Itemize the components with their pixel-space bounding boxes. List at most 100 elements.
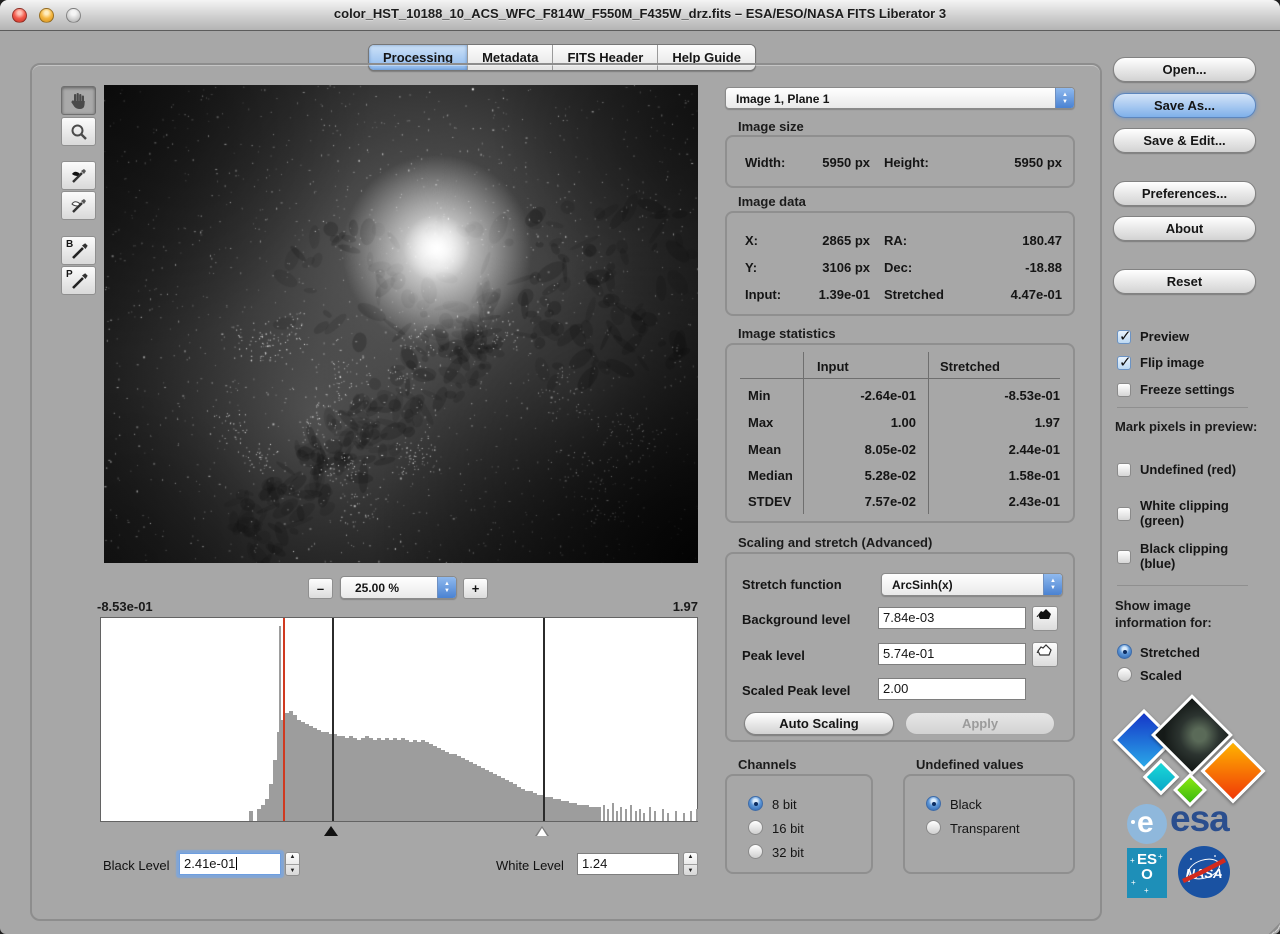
white-level-picker-tool-button[interactable]: P (61, 266, 96, 295)
y-value: 3106 px (770, 260, 870, 275)
stretch-function-popup[interactable]: ArcSinh(x) ▲▼ (881, 573, 1063, 596)
stat-median-stretched: 1.58e-01 (940, 468, 1060, 483)
separator (1117, 585, 1248, 586)
open-button[interactable]: Open... (1113, 57, 1256, 82)
image-data-title: Image data (738, 194, 806, 209)
radio-8bit[interactable] (748, 796, 763, 811)
black-clipping-label: Black clipping(blue) (1140, 541, 1228, 571)
freeze-settings-label: Freeze settings (1140, 382, 1235, 397)
scaled-peak-level-label: Scaled Peak level (742, 683, 850, 698)
stat-mean-input: 8.05e-02 (800, 442, 916, 457)
image-statistics-title: Image statistics (738, 326, 836, 341)
black-level-stepper[interactable] (285, 852, 300, 876)
white-level-marker[interactable] (543, 618, 545, 821)
stat-max-stretched: 1.97 (940, 415, 1060, 430)
background-picker-button[interactable] (1032, 606, 1058, 631)
peak-picker-tool-button[interactable] (61, 191, 96, 220)
black-level-label: Black Level (103, 858, 169, 873)
undefined-red-checkbox[interactable] (1117, 463, 1131, 477)
reset-button[interactable]: Reset (1113, 269, 1256, 294)
x-label: X: (745, 233, 758, 248)
scaled-peak-level-input[interactable]: 2.00 (878, 678, 1026, 700)
radio-transparent[interactable] (926, 820, 941, 835)
black-clipping-checkbox[interactable] (1117, 550, 1131, 564)
apply-button[interactable]: Apply (905, 712, 1055, 735)
app-window: color_HST_10188_10_ACS_WFC_F814W_F550M_F… (0, 0, 1280, 934)
ra-value: 180.47 (950, 233, 1062, 248)
freeze-settings-checkbox[interactable] (1117, 383, 1131, 397)
preview-checkbox[interactable] (1117, 330, 1131, 344)
scaling-title: Scaling and stretch (Advanced) (738, 535, 932, 550)
width-value: 5950 px (770, 155, 870, 170)
flip-image-checkbox[interactable] (1117, 356, 1131, 370)
peak-eyedropper-icon (69, 196, 89, 216)
black-level-input[interactable]: 2.41e-01 (179, 853, 281, 875)
image-size-title: Image size (738, 119, 804, 134)
stat-min-label: Min (748, 388, 770, 403)
background-level-marker[interactable] (283, 618, 285, 821)
white-level-input[interactable]: 1.24 (577, 853, 679, 875)
undefined-values-title: Undefined values (916, 757, 1024, 772)
background-level-input[interactable]: 7.84e-03 (878, 607, 1026, 629)
stat-stdev-input: 7.57e-02 (800, 494, 916, 509)
radio-scaled-label: Scaled (1140, 668, 1182, 683)
black-level-marker[interactable] (332, 618, 334, 821)
radio-stretched[interactable] (1117, 644, 1132, 659)
title-bar[interactable]: color_HST_10188_10_ACS_WFC_F814W_F550M_F… (0, 0, 1280, 31)
hand-icon (70, 92, 88, 110)
stat-min-stretched: -8.53e-01 (940, 388, 1060, 403)
zoom-level-popup[interactable]: 25.00 % ▲▼ (340, 576, 457, 599)
radio-16bit[interactable] (748, 820, 763, 835)
radio-scaled[interactable] (1117, 667, 1132, 682)
radio-32bit[interactable] (748, 844, 763, 859)
black-level-picker-tool-button[interactable]: B (61, 236, 96, 265)
auto-scaling-button[interactable]: Auto Scaling (744, 712, 894, 735)
radio-black[interactable] (926, 796, 941, 811)
image-preview[interactable] (104, 85, 698, 563)
flip-image-label: Flip image (1140, 355, 1204, 370)
magnifier-icon (70, 123, 88, 141)
stats-header-rule (740, 378, 1060, 379)
x-value: 2865 px (770, 233, 870, 248)
white-clipping-label: White clipping(green) (1140, 498, 1229, 528)
zoom-tool-button[interactable] (61, 117, 96, 146)
white-level-label: White Level (496, 858, 564, 873)
stat-max-input: 1.00 (800, 415, 916, 430)
white-level-stepper[interactable] (683, 852, 698, 876)
stats-header-stretched: Stretched (940, 359, 1000, 374)
stat-stdev-label: STDEV (748, 494, 791, 509)
save-as-button[interactable]: Save As... (1113, 93, 1256, 118)
radio-32bit-label: 32 bit (772, 845, 804, 860)
radio-stretched-label: Stretched (1140, 645, 1200, 660)
stats-divider-2 (928, 352, 929, 514)
radio-8bit-label: 8 bit (772, 797, 797, 812)
height-label: Height: (884, 155, 929, 170)
histogram[interactable] (100, 617, 698, 822)
white-clipping-checkbox[interactable] (1117, 507, 1131, 521)
peak-picker-button[interactable] (1032, 642, 1058, 667)
save-and-edit-button[interactable]: Save & Edit... (1113, 128, 1256, 153)
about-button[interactable]: About (1113, 216, 1256, 241)
stretched-label: Stretched (884, 287, 944, 302)
stretch-stepper-icon: ▲▼ (1043, 574, 1062, 595)
preferences-button[interactable]: Preferences... (1113, 181, 1256, 206)
stat-mean-stretched: 2.44e-01 (940, 442, 1060, 457)
stats-divider-1 (803, 352, 804, 514)
peak-level-input[interactable]: 5.74e-01 (878, 643, 1026, 665)
hand-tool-button[interactable] (61, 86, 96, 115)
plane-stepper-icon: ▲▼ (1055, 88, 1074, 108)
resize-grip[interactable] (1263, 917, 1279, 933)
dec-value: -18.88 (950, 260, 1062, 275)
black-blob-icon (1036, 611, 1054, 626)
image-plane-selector[interactable]: Image 1, Plane 1 ▲▼ (725, 87, 1075, 109)
show-info-title: Show imageinformation for: (1115, 597, 1212, 631)
image-plane-value: Image 1, Plane 1 (736, 92, 829, 106)
background-level-label: Background level (742, 612, 850, 627)
background-picker-tool-button[interactable] (61, 161, 96, 190)
zoom-out-button[interactable]: – (308, 578, 333, 599)
stat-stdev-stretched: 2.43e-01 (940, 494, 1060, 509)
esa-wordmark: esa (1170, 798, 1229, 840)
radio-transparent-label: Transparent (950, 821, 1020, 836)
stretch-function-label: Stretch function (742, 577, 842, 592)
zoom-in-button[interactable]: + (463, 578, 488, 599)
